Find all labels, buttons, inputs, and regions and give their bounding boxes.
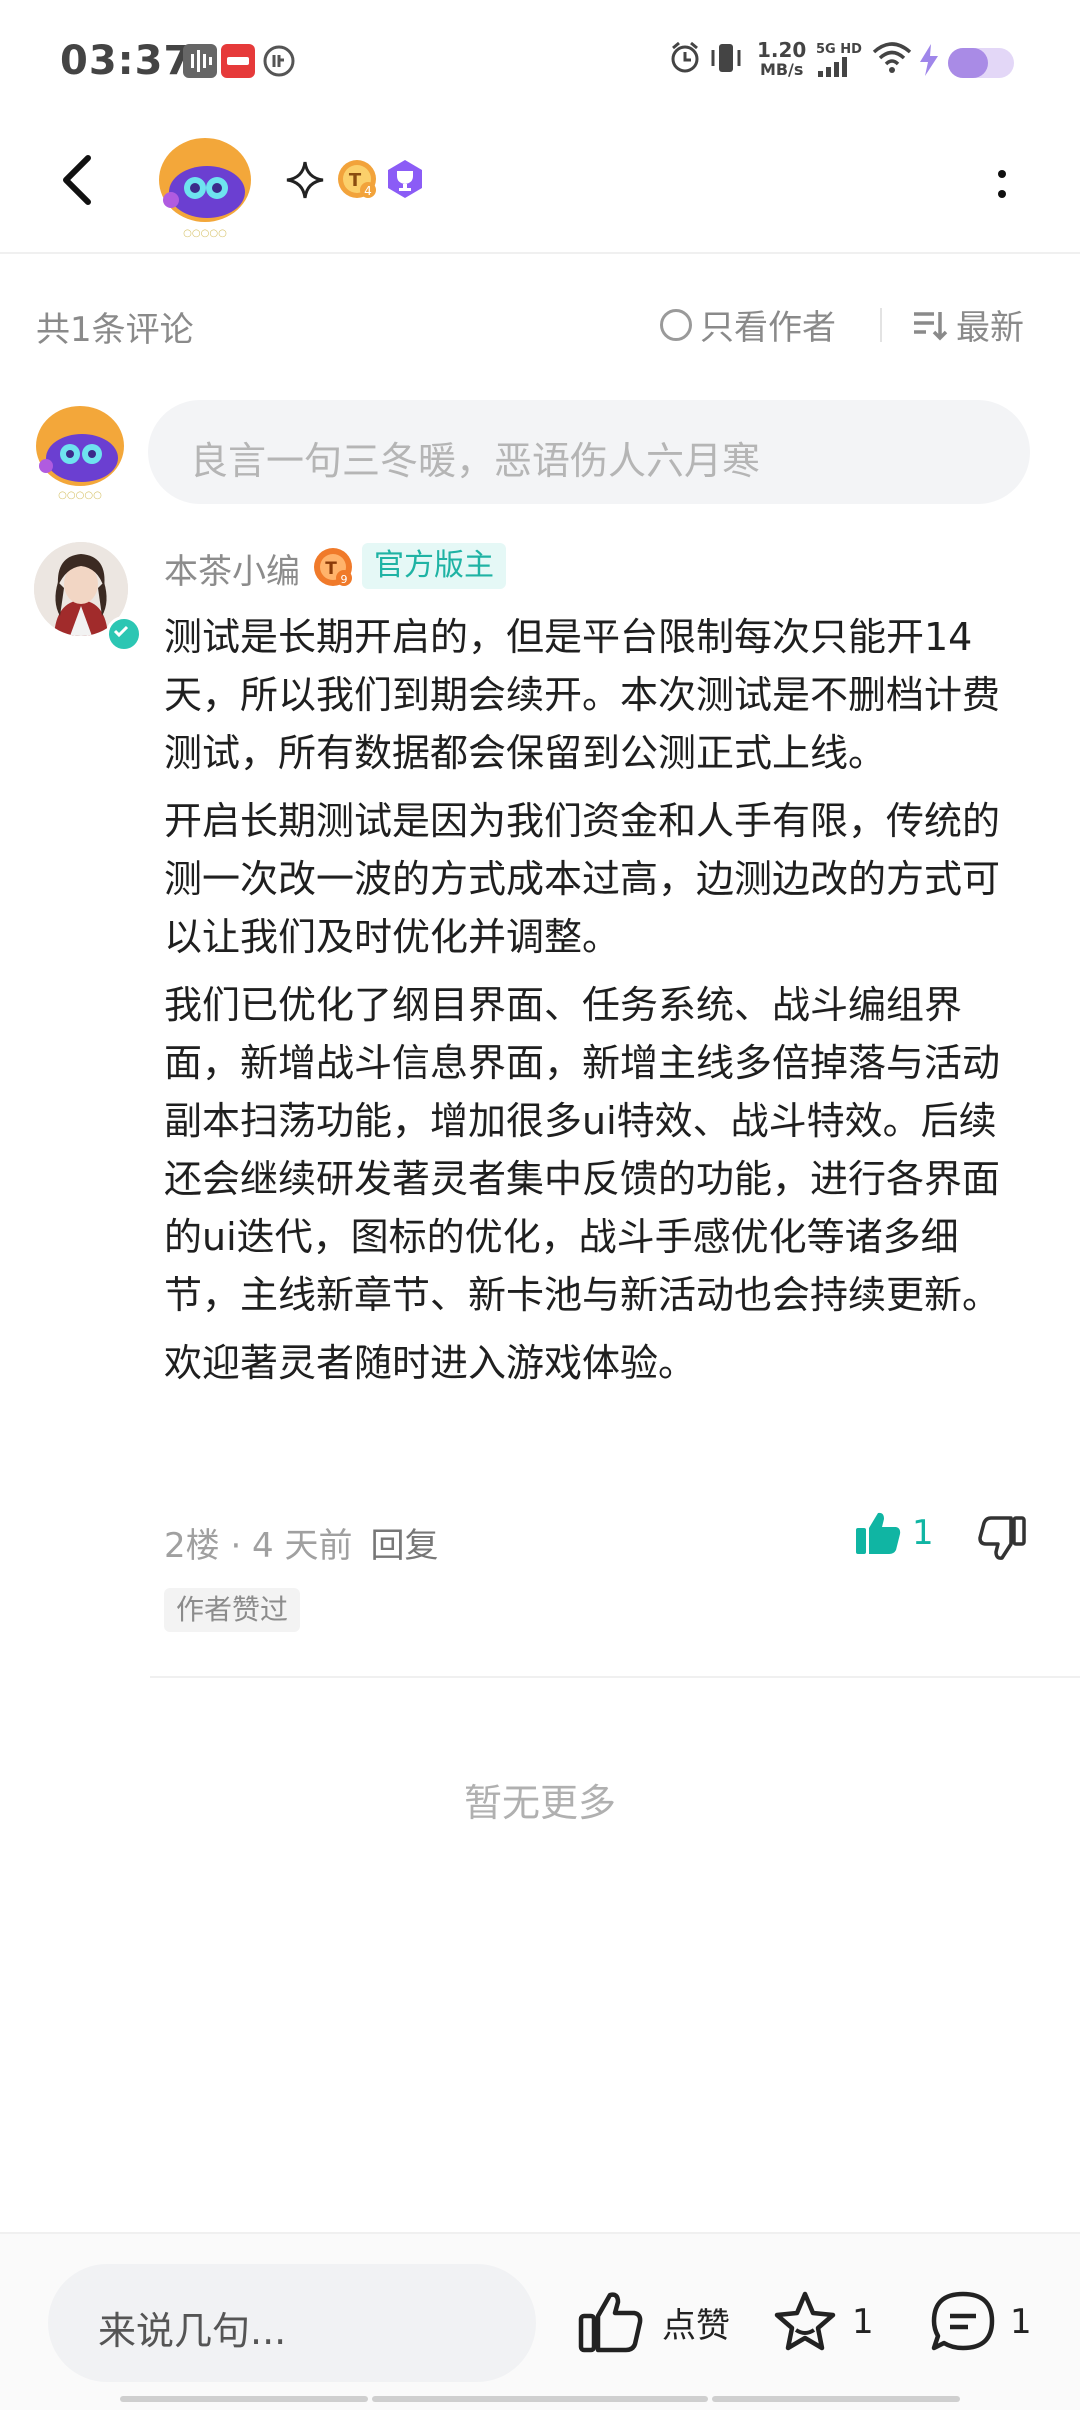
only-author-label: 只看作者 [700,308,836,348]
sort-latest-label: 最新 [956,308,1024,348]
my-avatar: ○○○○○ [36,406,124,501]
reply-button[interactable]: 回复 [371,1526,439,1566]
charging-icon [920,44,938,76]
level-badge-icon: T4 [338,160,376,198]
battery-icon [948,48,1014,78]
favorite-button[interactable]: 1 [772,2290,874,2354]
thumbs-up-icon [578,2292,643,2353]
divider [880,308,882,342]
post-like-label: 点赞 [662,2305,730,2346]
comment-paragraph: 测试是长期开启的，但是平台限制每次只能开14天，所以我们到期会续开。本次测试是不… [164,615,1001,775]
vibrate-icon [711,44,741,72]
comment-count: 共1条评论 [36,310,194,350]
back-arrow-icon[interactable] [50,150,110,210]
trophy-badge-icon [388,160,422,198]
more-vertical-icon[interactable] [990,160,1014,210]
author-liked-tag: 作者赞过 [164,1588,301,1632]
gesture-bar [712,2396,960,2402]
app-notification-icon [221,44,255,78]
only-author-toggle[interactable]: 只看作者 [660,300,836,349]
comment-icon [931,2291,995,2351]
favorite-count: 1 [852,2302,874,2342]
gesture-bar [372,2396,708,2402]
comment-input-placeholder: 良言一句三冬暖，恶语伤人六月寒 [190,439,761,483]
soundwave-icon [183,44,217,78]
comment-sort-bar: 共1条评论 只看作者 最新 [0,290,1080,360]
comment-divider [150,1676,1080,1678]
network-type: 5G HD [816,42,862,81]
circle-app-icon [262,44,296,78]
comment-body: 测试是长期开启的，但是平台限制每次只能开14天，所以我们到期会续开。本次测试是不… [164,608,1024,1402]
comment-paragraph: 我们已优化了纲目界面、任务系统、战斗编组界面，新增战斗信息界面，新增主线多倍掉落… [164,983,1001,1317]
clock: 03:37 [60,38,193,84]
gesture-bar [120,2396,368,2402]
svg-text:○○○○○: ○○○○○ [58,490,102,501]
quick-comment-input[interactable]: 来说几句... [48,2264,536,2382]
comment-meta: 2楼 · 4 天前 回复 [164,1518,439,1567]
star-icon [774,2291,836,2351]
svg-text:4: 4 [364,184,372,198]
thumbs-down-icon[interactable] [978,1514,1026,1562]
commenter-name[interactable]: 本茶小编 [164,544,300,593]
comment-paragraph: 开启长期测试是因为我们资金和人手有限，传统的测一次改一波的方式成本过高，边测边改… [164,799,1001,959]
post-like-button[interactable]: 点赞 [578,2290,730,2354]
no-more-text: 暂无更多 [463,1781,616,1825]
status-bar: 03:37 1.20 MB/s 5G HD [0,0,1080,120]
radio-icon [660,308,692,341]
role-badge: 官方版主 [362,543,506,589]
verified-badge-icon [106,616,142,652]
signal-icon [818,57,847,77]
top-nav-bar: ○○○○○ T4 [0,120,1080,254]
wifi-icon [872,42,912,73]
thumbs-up-filled-icon [856,1512,901,1554]
comment-input[interactable]: 良言一句三冬暖，恶语伤人六月寒 [148,400,1030,504]
sort-latest-button[interactable]: 最新 [912,300,1024,349]
comment-paragraph: 欢迎著灵者随时进入游戏体验。 [164,1341,697,1385]
alarm-icon [671,41,699,73]
svg-text:T: T [349,170,362,191]
quick-comment-placeholder: 来说几句... [98,2309,287,2353]
svg-text:9: 9 [341,573,348,586]
net-speed: 1.20 MB/s [757,38,807,79]
sort-icon [914,311,948,340]
commenter-level-badge-icon: T9 [314,548,352,586]
svg-text:T: T [325,559,337,579]
floor-time: 2楼 · 4 天前 [164,1526,353,1566]
comment-count-bottom: 1 [1010,2302,1032,2342]
game-avatar[interactable]: ○○○○○ [155,130,255,240]
svg-text:○○○○○: ○○○○○ [183,228,227,239]
comment-button[interactable]: 1 [930,2290,1032,2354]
comment-like-count: 1 [912,1513,934,1553]
comment-like-button[interactable]: 1 [854,1510,934,1556]
sparkle-icon [286,161,324,199]
